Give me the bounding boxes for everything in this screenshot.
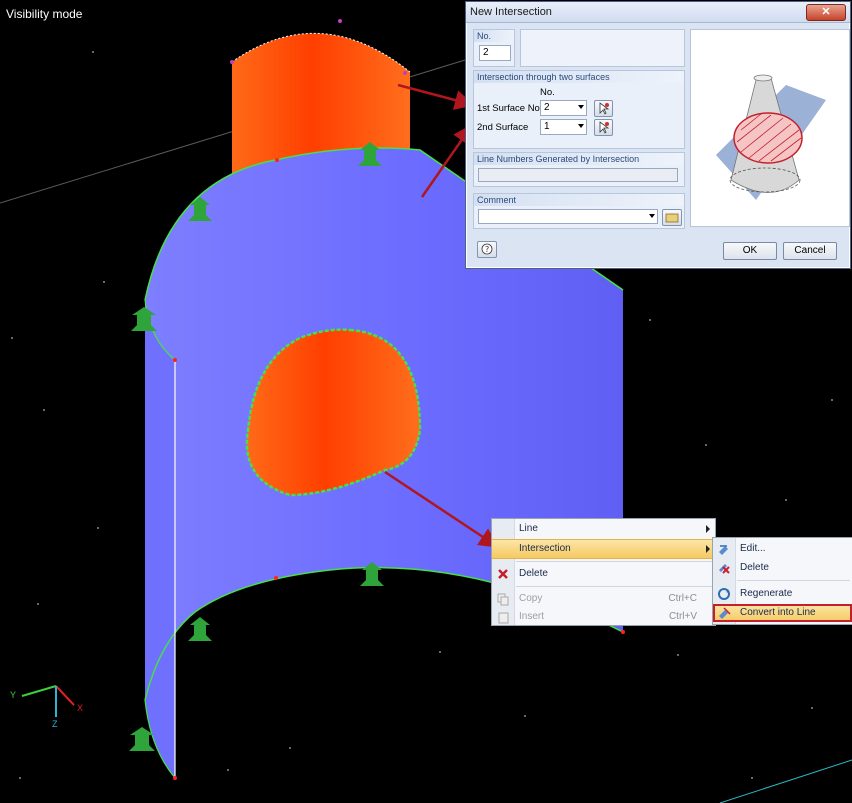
- comment-library-button[interactable]: [662, 209, 682, 226]
- paste-icon: [498, 612, 509, 624]
- generated-lines-panel: Line Numbers Generated by Intersection: [473, 152, 685, 187]
- submenu-item-edit[interactable]: Edit...: [713, 540, 852, 558]
- submenu-arrow-icon: [706, 545, 710, 553]
- first-surface-value: 2: [544, 102, 550, 113]
- new-intersection-dialog: New Intersection ✕ No. 2 Intersection th…: [465, 1, 851, 269]
- second-surface-value: 1: [544, 121, 550, 132]
- surfaces-section-title: Intersection through two surfaces: [474, 71, 684, 83]
- second-surface-combo[interactable]: 1: [540, 119, 587, 135]
- context-menu: Line Intersection Delete Copy Ctrl+C Ins…: [491, 518, 716, 626]
- delete-icon: [719, 564, 730, 574]
- first-surface-label: 1st Surface No.:: [477, 103, 546, 114]
- chevron-down-icon: [578, 105, 584, 109]
- delete-icon: [498, 569, 508, 579]
- edit-icon: [719, 545, 728, 555]
- cancel-button[interactable]: Cancel: [783, 242, 837, 260]
- submenu-item-delete[interactable]: Delete: [713, 559, 852, 577]
- close-button[interactable]: ✕: [806, 4, 846, 21]
- ok-button[interactable]: OK: [723, 242, 777, 260]
- submenu-arrow-icon: [706, 525, 710, 533]
- preview-image: [690, 29, 850, 227]
- guide-line-cyan: [719, 759, 852, 803]
- svg-text:?: ?: [485, 245, 489, 254]
- pointer-pick-icon: [599, 102, 610, 115]
- first-surface-combo[interactable]: 2: [540, 100, 587, 116]
- axis-x-label: X: [77, 703, 84, 713]
- menu-separator: [516, 561, 713, 562]
- generated-lines-title: Line Numbers Generated by Intersection: [474, 153, 684, 165]
- cone-intersection-illustration: [716, 74, 826, 200]
- help-icon: ?: [481, 243, 493, 255]
- pick-first-surface-button[interactable]: [594, 100, 613, 117]
- convert-icon: [719, 607, 731, 619]
- menu-item-insert[interactable]: Insert Ctrl+V: [492, 608, 715, 626]
- submenu-item-regenerate[interactable]: Regenerate: [713, 585, 852, 603]
- number-label: No.: [474, 30, 514, 42]
- chevron-down-icon: [578, 124, 584, 128]
- folder-icon: [665, 213, 679, 223]
- comment-combo[interactable]: [478, 209, 658, 224]
- axis-y-label: Y: [10, 690, 17, 700]
- axis-z-label: Z: [52, 719, 58, 729]
- menu-item-line[interactable]: Line: [492, 520, 715, 538]
- comment-panel: Comment: [473, 193, 685, 229]
- second-surface-label: 2nd Surface: [477, 122, 529, 133]
- submenu-item-convert-into-line[interactable]: Convert into Line: [713, 604, 852, 622]
- number-field[interactable]: 2: [479, 45, 511, 61]
- generated-lines-field: [478, 168, 678, 182]
- surface-no-header: No.: [540, 87, 555, 98]
- menu-item-delete[interactable]: Delete: [492, 565, 715, 583]
- chevron-down-icon: [649, 214, 655, 218]
- menu-separator: [737, 580, 850, 581]
- cylinder-side-face: [145, 300, 175, 778]
- surfaces-panel: Intersection through two surfaces No. 1s…: [473, 70, 685, 149]
- visibility-mode-label: Visibility mode: [6, 7, 83, 21]
- comment-title: Comment: [474, 194, 684, 206]
- dialog-titlebar[interactable]: New Intersection ✕: [466, 2, 850, 23]
- menu-separator: [516, 586, 713, 587]
- pick-second-surface-button[interactable]: [594, 119, 613, 136]
- menu-item-intersection[interactable]: Intersection: [492, 539, 715, 559]
- axis-gizmo: [21, 685, 75, 717]
- intersection-submenu: Edit... Delete Regenerate Convert into L…: [712, 537, 852, 625]
- help-button[interactable]: ?: [477, 241, 497, 258]
- copy-icon: [497, 593, 509, 606]
- menu-item-copy[interactable]: Copy Ctrl+C: [492, 590, 715, 608]
- regenerate-icon: [718, 588, 730, 600]
- number-panel: No. 2: [473, 29, 515, 67]
- pointer-pick-icon: [599, 121, 610, 134]
- description-panel: [520, 29, 685, 67]
- dialog-title: New Intersection: [470, 6, 552, 18]
